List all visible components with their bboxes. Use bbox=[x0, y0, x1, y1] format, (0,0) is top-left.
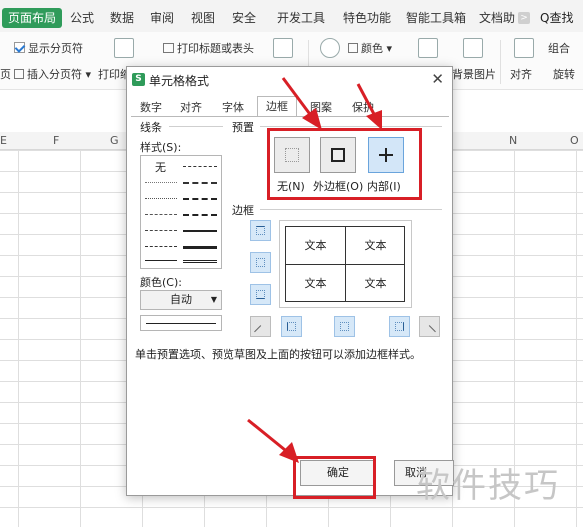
annotation-arrows bbox=[247, 77, 382, 463]
arrow-head bbox=[279, 442, 299, 463]
watermark-text: 软件技巧 bbox=[416, 466, 560, 506]
arrow-to-ok-button bbox=[247, 418, 291, 456]
arrow-head bbox=[302, 108, 322, 130]
arrow-to-inside-preset bbox=[356, 83, 377, 117]
arrow-to-outline-preset bbox=[281, 77, 314, 118]
arrow-head bbox=[366, 110, 382, 130]
